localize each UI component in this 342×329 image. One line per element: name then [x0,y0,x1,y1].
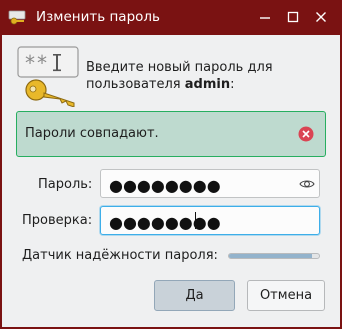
change-password-dialog: Изменить пароль ** Введите новый пароль … [0,0,342,329]
verify-label: Проверка: [22,213,93,228]
dialog-prompt: Введите новый пароль для пользователя ad… [86,59,326,93]
passwords-match-message: Пароли совпадают. [16,111,326,157]
show-password-icon[interactable] [299,176,315,192]
maximize-icon[interactable] [284,8,302,26]
minimize-icon[interactable] [256,8,274,26]
strength-label: Датчик надёжности пароля: [22,248,218,263]
prompt-line-1: Введите новый пароль для [86,60,273,75]
text-caret [195,212,196,229]
password-label: Пароль: [38,177,93,192]
cancel-button[interactable]: Отмена [247,280,325,311]
password-value: ●●●●●●●● [109,176,221,195]
close-icon[interactable] [312,8,330,26]
window-title: Изменить пароль [36,9,160,25]
prompt-line-2: пользователя admin: [86,76,326,93]
svg-text:**: ** [24,51,48,75]
prompt-suffix: : [230,77,235,92]
keys-app-icon [8,10,26,25]
prompt-prefix: пользователя [86,77,185,92]
prompt-user: admin [184,77,231,92]
close-message-icon[interactable] [298,126,314,142]
title-bar: Изменить пароль [0,0,342,35]
verify-value: ●●●●●●●● [109,213,221,232]
ok-button[interactable]: Да [154,280,235,311]
dialog-content: ** Введите новый пароль для пользователя… [2,35,340,327]
password-keys-icon: ** [17,46,79,107]
verify-field[interactable]: ●●●●●●●● [100,206,320,235]
password-strength-meter [228,253,320,259]
message-text: Пароли совпадают. [25,126,159,141]
strength-meter-fill [229,254,312,258]
password-field[interactable]: ●●●●●●●● [100,169,320,198]
